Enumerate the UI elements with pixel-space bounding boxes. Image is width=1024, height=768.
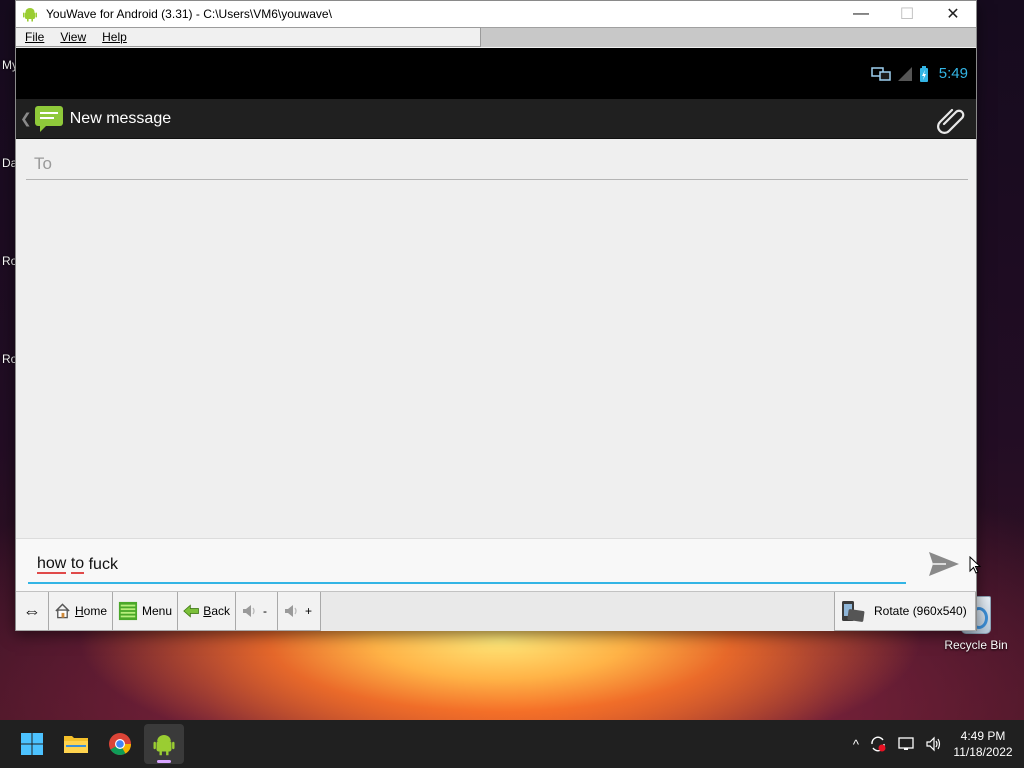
clock-time: 4:49 PM: [960, 729, 1006, 743]
close-button[interactable]: ✕: [930, 1, 976, 27]
volume-down-label: -: [263, 604, 267, 618]
volume-icon: [285, 605, 297, 617]
status-time: 5:49: [938, 65, 968, 82]
resize-button[interactable]: ⇔: [16, 592, 49, 631]
message-icon[interactable]: [34, 105, 64, 133]
volume-up-label: +: [305, 604, 313, 618]
back-button[interactable]: Back: [178, 592, 236, 631]
chrome-button[interactable]: [100, 724, 140, 764]
window-title: YouWave for Android (3.31) - C:\Users\VM…: [46, 7, 332, 21]
maximize-button[interactable]: ☐: [884, 1, 930, 27]
windows-start-icon: [21, 733, 43, 755]
compose-word: how: [37, 554, 67, 574]
network-icon[interactable]: [897, 736, 915, 752]
rotate-button[interactable]: Rotate (960x540): [834, 592, 976, 631]
title-bar[interactable]: YouWave for Android (3.31) - C:\Users\VM…: [16, 1, 976, 27]
tray-overflow-icon[interactable]: ^: [853, 737, 859, 752]
back-label: Back: [203, 604, 230, 618]
file-explorer-button[interactable]: [56, 724, 96, 764]
send-icon: [929, 552, 959, 576]
compose-word: to: [70, 554, 85, 574]
menu-help[interactable]: Help: [102, 30, 127, 44]
speaker-icon[interactable]: [925, 736, 943, 752]
recycle-bin-label: Recycle Bin: [944, 638, 1008, 652]
minimize-button[interactable]: —: [838, 1, 884, 27]
up-navigation-icon[interactable]: ❮: [20, 110, 32, 127]
clock-date: 11/18/2022: [953, 745, 1013, 759]
sync-icon[interactable]: [869, 735, 887, 753]
rotate-label: Rotate (960x540): [874, 604, 967, 618]
action-bar-title: New message: [69, 109, 172, 127]
to-field[interactable]: [26, 149, 968, 180]
action-bar: ❮ New message: [16, 99, 976, 139]
system-clock[interactable]: 4:49 PM 11/18/2022: [948, 728, 1018, 760]
send-button[interactable]: [926, 547, 962, 581]
home-icon: [55, 603, 70, 619]
start-button[interactable]: [12, 724, 52, 764]
attach-button[interactable]: [934, 102, 968, 136]
emulator-toolbar: ⇔ Home Menu Back - + Rotate (960x540): [16, 591, 976, 631]
menu-icon: [118, 601, 138, 621]
compose-area: how to fuck: [16, 538, 981, 591]
youwave-taskbar-button[interactable]: [144, 724, 184, 764]
home-label: Home: [74, 604, 107, 618]
android-icon: [23, 8, 37, 22]
youwave-icon: [153, 735, 175, 756]
youwave-window: YouWave for Android (3.31) - C:\Users\VM…: [15, 0, 981, 631]
signal-icon: [897, 66, 912, 81]
toolbar-spacer: [321, 592, 834, 631]
rotate-icon: [842, 601, 865, 622]
menu-bar: File View Help: [16, 27, 976, 47]
menu-label: Menu: [141, 604, 172, 618]
home-button[interactable]: Home: [49, 592, 113, 631]
resize-icon: ⇔: [23, 600, 41, 621]
volume-icon: [243, 605, 255, 617]
menu-file[interactable]: File: [25, 30, 44, 44]
file-explorer-icon: [64, 736, 88, 753]
screen-icon: [871, 66, 891, 81]
windows-taskbar: ^ 4:49 PM 11/18/2022: [0, 720, 1024, 768]
volume-down-button[interactable]: -: [236, 592, 278, 631]
message-input[interactable]: how to fuck: [28, 547, 906, 584]
android-status-bar: 5:49: [16, 48, 976, 99]
back-icon: [183, 604, 199, 618]
android-screen: 5:49 ❮ New message how to fuck: [16, 48, 981, 591]
compose-word: fuck: [88, 555, 118, 573]
mouse-pointer-icon: [969, 556, 981, 574]
menu-view[interactable]: View: [60, 30, 86, 44]
menu-bar-filler: [481, 27, 976, 47]
volume-up-button[interactable]: +: [278, 592, 321, 631]
battery-icon: [919, 65, 928, 82]
chrome-icon: [109, 733, 131, 755]
recipient-input[interactable]: [26, 154, 968, 174]
menu-button[interactable]: Menu: [113, 592, 178, 631]
paperclip-icon: [937, 108, 965, 134]
